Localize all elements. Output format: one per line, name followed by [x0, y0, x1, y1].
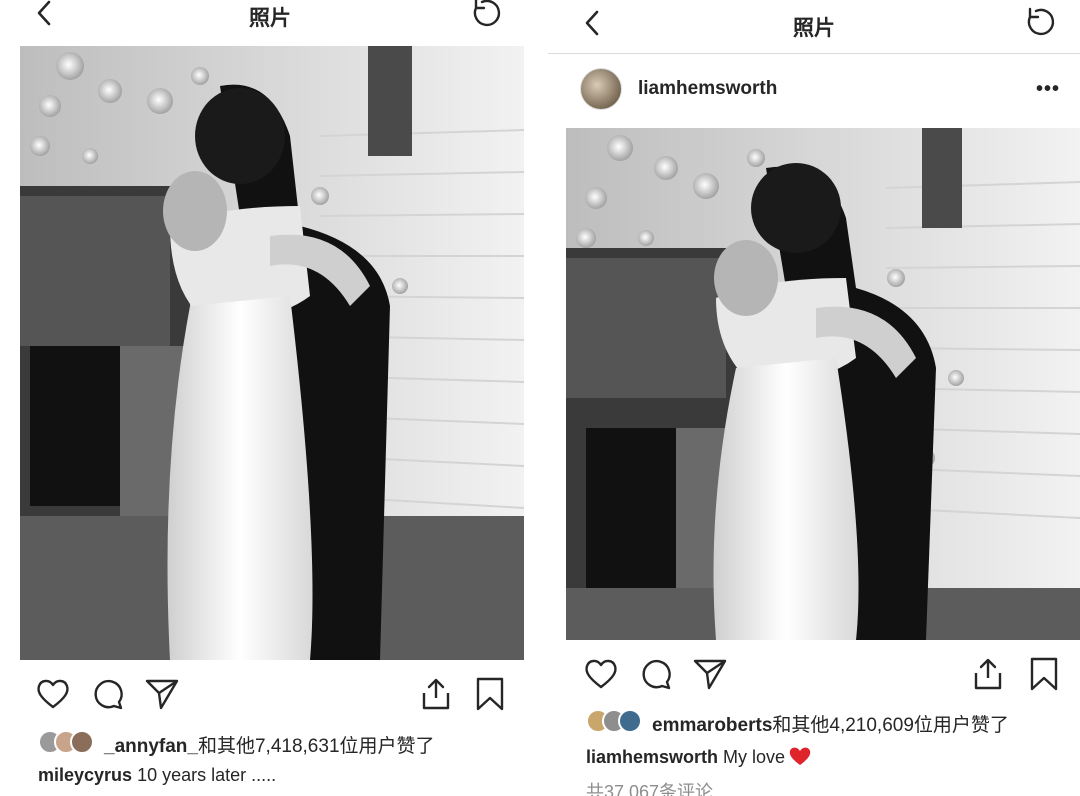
liker-avatars	[38, 729, 100, 755]
page-title: 照片	[793, 17, 835, 40]
red-heart-emoji-icon	[789, 747, 811, 765]
post-header: liamhemsworth •••	[548, 64, 1080, 116]
caption-username[interactable]: mileycyrus	[38, 765, 132, 785]
likes-text: emmaroberts和其他4,210,609位用户赞了	[652, 710, 1009, 737]
heart-icon[interactable]	[583, 656, 619, 692]
post-photo[interactable]	[566, 128, 1080, 640]
post-photo[interactable]	[20, 46, 524, 660]
page-title: 照片	[249, 7, 291, 30]
refresh-icon[interactable]	[1022, 5, 1056, 39]
bookmark-icon[interactable]	[1026, 656, 1062, 692]
refresh-icon[interactable]	[468, 0, 502, 30]
avatar	[70, 730, 94, 754]
send-icon[interactable]	[144, 676, 180, 712]
avatar[interactable]	[580, 68, 622, 110]
liker-avatars	[586, 708, 648, 734]
comment-icon[interactable]	[638, 656, 674, 692]
share-upload-icon[interactable]	[418, 676, 454, 712]
caption-text: 10 years later .....	[132, 765, 277, 785]
top-nav-bar: 照片	[0, 0, 540, 38]
more-options-icon[interactable]: •••	[1036, 78, 1060, 101]
avatar	[618, 709, 642, 733]
likes-count-text: 和其他7,418,631位用户赞了	[197, 736, 435, 757]
post-caption: liamhemsworth My love	[586, 746, 811, 768]
top-nav-bar: 照片	[548, 0, 1080, 54]
post-username[interactable]: liamhemsworth	[638, 78, 777, 100]
bookmark-icon[interactable]	[472, 676, 508, 712]
likes-text: _annyfan_和其他7,418,631位用户赞了	[104, 731, 435, 758]
post-right: 照片 liamhemsworth ••• emmaroberts和其他4,210…	[548, 0, 1080, 796]
share-upload-icon[interactable]	[970, 656, 1006, 692]
comment-icon[interactable]	[90, 676, 126, 712]
likes-count-text: 和其他4,210,609位用户赞了	[772, 715, 1009, 736]
liker-username[interactable]: _annyfan_	[104, 736, 198, 757]
divider	[540, 0, 548, 796]
view-comments-link[interactable]: 共37,067条评论	[586, 778, 713, 796]
caption-text: My love	[718, 747, 786, 767]
post-caption: mileycyrus 10 years later .....	[38, 765, 276, 786]
liker-username[interactable]: emmaroberts	[652, 715, 772, 736]
send-icon[interactable]	[692, 656, 728, 692]
post-left: 照片 _annyfan_和其他7,418,631位用户赞了 mileycyrus…	[0, 0, 540, 796]
heart-icon[interactable]	[35, 676, 71, 712]
post-actions	[0, 676, 540, 716]
caption-username[interactable]: liamhemsworth	[586, 747, 718, 767]
post-actions	[548, 656, 1080, 696]
